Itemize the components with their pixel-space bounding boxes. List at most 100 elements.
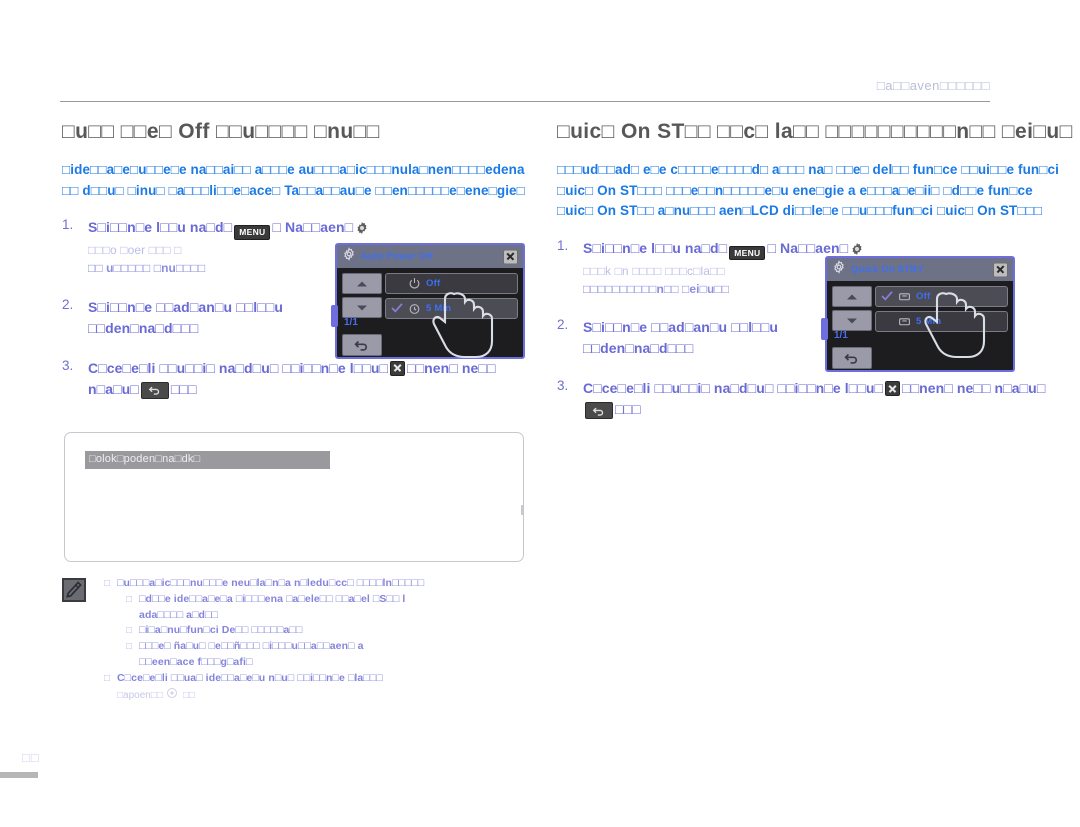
bullet-icon: □ — [104, 672, 111, 684]
manual-page: □a□□aven□□□□□□ □u□□ □□e□ Off □□u□□□□ □nu… — [0, 0, 1080, 827]
lcd-option-label: 5 Min — [916, 316, 942, 327]
bullet-icon: □ — [104, 578, 111, 589]
screenshot-edge-nub — [521, 505, 524, 515]
step-text-part-b: □ Na□□aen□ — [767, 239, 849, 256]
lcd-page-indicator: 1/1 — [344, 317, 358, 328]
step-text-part-a: C□ce□e□li □□u□□i□ na□d□u□ □□i□□n□e l□□u□ — [583, 380, 884, 397]
lcd-options-column: Off 5 Min — [875, 286, 1008, 336]
step-number: 1. — [557, 237, 569, 253]
record-ring-icon — [166, 686, 178, 704]
back-button[interactable] — [832, 347, 872, 369]
lcd-option-label: Off — [426, 278, 441, 289]
lcd-nav-column — [832, 286, 872, 334]
note-text-faint: □apoen□□ — [117, 689, 163, 701]
step-number: 3. — [557, 378, 569, 394]
note-text: C□ce□e□li □□ua□ ide□□a□e□u n□u□ □□i□□n□e… — [117, 671, 383, 684]
lcd-title-bar: Auto Power Off — [337, 245, 523, 268]
step-text-part-a: S□i□□n□e l□□u na□d□ — [88, 219, 233, 236]
scroll-up-button[interactable] — [832, 286, 872, 307]
gear-icon — [355, 220, 369, 241]
back-arrow-icon — [844, 353, 858, 364]
note-block: □ □u□□□a□ic□□□nu□□□e neu□la□n□a n□ledu□c… — [62, 576, 562, 704]
step-text: S□i□□n□e l□□u na□d□ MENU □ Na□□aen□ — [88, 217, 532, 241]
chevron-down-icon — [357, 305, 367, 310]
note-text-cont: □□een□ace f□□□g□afi□ — [139, 655, 253, 668]
step-text-part-a: C□ce□e□li □□u□□i□ na□d□u□ □□i□□n□e l□□u□ — [88, 359, 389, 376]
lcd-nav-column — [342, 273, 382, 321]
note-pen-icon — [62, 578, 86, 602]
step-text-part-a: S□i□□n□e l□□u na□d□ — [583, 239, 728, 256]
note-line: □ □d□□e ide□□a□e□a □i□□□ena □a□ele□□ □□a… — [126, 592, 562, 608]
right-intro-paragraph: □□□ud□□ad□ e□e c□□□□e□□□□d□ a□□□ na□ □□e… — [557, 162, 1059, 219]
note-text-faint-2: □□ — [182, 689, 196, 701]
clock-5min-icon — [408, 302, 421, 315]
lcd-options-column: Off 5 Min — [385, 273, 518, 323]
check-icon — [391, 300, 403, 318]
step-text-part-c: □□□ — [615, 401, 641, 418]
lcd-body: 1/1 Off 5 Min — [827, 281, 1013, 374]
scroll-down-button[interactable] — [832, 310, 872, 331]
list-item: 3. C□ce□e□li □□u□□i□ na□d□u□ □□i□□n□e l□… — [62, 358, 532, 400]
screenshot-frame: □olok□poden□na□dk□ — [64, 432, 524, 562]
step-text-part-a: S□i□□n□e □□ad□an□u □□l□□u — [88, 298, 283, 315]
lcd-title: Quick On STBY — [851, 264, 924, 275]
step-number: 1. — [62, 217, 74, 233]
lcd-body: 1/1 Off 5 Min — [337, 268, 523, 361]
back-arrow-icon — [354, 340, 368, 351]
lcd-option-5min[interactable]: 5 Min — [875, 311, 1008, 332]
back-arrow-icon — [585, 402, 613, 420]
step-number: 3. — [62, 357, 74, 373]
screenshot-title-text: □olok□poden□na□dk□ — [89, 453, 201, 465]
chevron-up-icon — [847, 294, 857, 299]
lcd-page-indicator: 1/1 — [834, 330, 848, 341]
lcd-option-label: 5 Min — [426, 303, 452, 314]
lcd-option-off[interactable]: Off — [875, 286, 1008, 307]
menu-button-icon: MENU — [729, 245, 766, 261]
lcd-option-label: Off — [916, 291, 931, 302]
lcd-dialog-quick-on-stby: Quick On STBY 1/1 Off 5 Min — [821, 256, 1015, 374]
step-text-part-a: S□i□□n□e □□ad□an□u □□l□□u — [583, 319, 778, 336]
scroll-down-button[interactable] — [342, 297, 382, 318]
lcd-option-off[interactable]: Off — [385, 273, 518, 294]
step-number: 2. — [62, 296, 74, 312]
back-arrow-icon — [140, 381, 169, 399]
step-text-part-b: □ Na□□aen□ — [272, 219, 354, 236]
close-icon[interactable] — [993, 262, 1008, 277]
standby-off-icon — [898, 290, 911, 303]
note-body: □ □u□□□a□ic□□□nu□□□e neu□la□n□a n□ledu□c… — [104, 576, 562, 704]
page-number: □□ — [22, 750, 40, 765]
bullet-icon: □ — [126, 625, 133, 637]
note-line: □ □□□e□ ña□u□ □e□□ñ□□□ □i□□□u□□a□□aen□ a — [126, 639, 562, 655]
footer-rule — [0, 772, 38, 778]
note-text: □d□□e ide□□a□e□a □i□□□ena □a□ele□□ □□a□e… — [139, 592, 406, 605]
check-icon — [881, 288, 893, 306]
note-text: □i□a□nu□fun□ci De□□ □□□□□a□□ — [139, 624, 303, 637]
right-section-title: □uic□ On ST□□ □□c□ la□□ □□□□□□□□□□n□□ □e… — [557, 120, 1073, 143]
close-icon[interactable] — [503, 249, 518, 264]
note-text: □□□e□ ña□u□ □e□□ñ□□□ □i□□□u□□a□□aen□ a — [139, 640, 364, 652]
note-text: □u□□□a□ic□□□nu□□□e neu□la□n□a n□ledu□cc□… — [117, 577, 425, 589]
header-divider — [60, 101, 990, 102]
menu-button-icon: MENU — [234, 225, 271, 240]
back-button[interactable] — [342, 334, 382, 356]
note-line: □apoen□□ □□ — [117, 686, 562, 704]
step-number: 2. — [557, 317, 569, 333]
step-text: C□ce□e□li □□u□□i□ na□d□u□ □□i□□n□e l□□u□… — [88, 358, 532, 400]
lcd-option-5min[interactable]: 5 Min — [385, 298, 518, 319]
left-intro-paragraph: □ide□□a□e□u□□e□e na□□ai□□ a□□□e au□□□a□i… — [62, 162, 525, 198]
scroll-up-button[interactable] — [342, 273, 382, 294]
note-line: □ C□ce□e□li □□ua□ ide□□a□e□u n□u□ □□i□□n… — [104, 671, 562, 687]
chevron-down-icon — [847, 318, 857, 323]
list-item: 3. C□ce□e□li □□u□□i□ na□d□u□ □□i□□n□e l□… — [557, 378, 1077, 420]
screenshot-title-bar: □olok□poden□na□dk□ — [85, 451, 330, 469]
gear-icon — [832, 260, 846, 279]
standby-5min-icon — [898, 315, 911, 328]
bullet-icon: □ — [126, 641, 133, 652]
page-header-title: □a□□aven□□□□□□ — [876, 78, 990, 93]
lcd-title-bar: Quick On STBY — [827, 258, 1013, 281]
chevron-up-icon — [357, 281, 367, 286]
step-text: C□ce□e□li □□u□□i□ na□d□u□ □□i□□n□e l□□u□… — [583, 378, 1077, 420]
power-off-icon — [408, 277, 421, 290]
close-icon — [885, 381, 901, 397]
left-section-title: □u□□ □□e□ Off □□u□□□□ □nu□□ — [62, 120, 380, 143]
